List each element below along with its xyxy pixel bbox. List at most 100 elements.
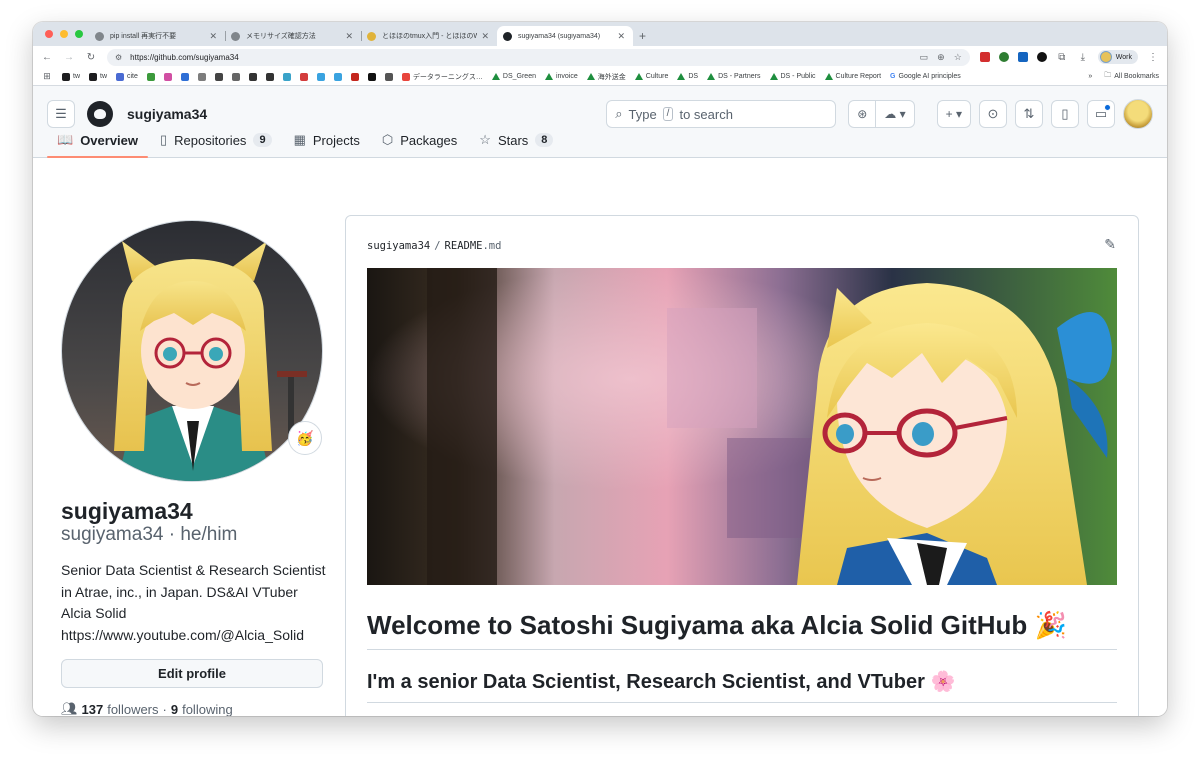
- readme-owner[interactable]: sugiyama34: [367, 240, 430, 252]
- issues-icon[interactable]: ⊙: [979, 100, 1007, 128]
- bookmark-item[interactable]: invoice: [544, 73, 578, 80]
- profile-button[interactable]: Work: [1097, 50, 1138, 64]
- url-text[interactable]: https://github.com/sugiyama34: [130, 53, 239, 62]
- copilot-button[interactable]: ⊛ ☁ ▾: [848, 100, 915, 128]
- bookmark-item[interactable]: [214, 72, 223, 81]
- search-placeholder-suffix: to search: [679, 106, 733, 122]
- extension-icon[interactable]: [979, 52, 990, 62]
- bookmark-item[interactable]: G Google AI principles: [890, 73, 961, 80]
- forward-arrow-icon[interactable]: →: [63, 52, 75, 63]
- puzzle-icon[interactable]: ⧉: [1056, 52, 1068, 63]
- inbox-icon[interactable]: ▭: [1087, 100, 1115, 128]
- minimize-window-button[interactable]: [60, 30, 68, 38]
- back-arrow-icon[interactable]: ←: [41, 52, 53, 63]
- edit-pencil-icon[interactable]: ✎: [1104, 236, 1116, 253]
- following-count[interactable]: 9: [171, 702, 178, 717]
- status-emoji-button[interactable]: 🥳: [288, 421, 322, 455]
- following-link[interactable]: following: [182, 702, 233, 717]
- bookmark-label: tw: [100, 73, 107, 80]
- browser-tab-active[interactable]: sugiyama34 (sugiyama34) ✕: [497, 26, 633, 46]
- user-avatar[interactable]: [1123, 99, 1153, 129]
- followers-count[interactable]: 137: [82, 702, 104, 717]
- bookmark-favicon-icon: [333, 72, 342, 81]
- bookmark-item[interactable]: [282, 72, 291, 81]
- google-drive-icon: [824, 73, 833, 80]
- bookmark-item[interactable]: [299, 72, 308, 81]
- edit-profile-button[interactable]: Edit profile: [61, 659, 323, 688]
- tab-packages[interactable]: ⬡ Packages: [372, 123, 467, 157]
- cast-icon[interactable]: ▭: [920, 52, 929, 63]
- tab-projects[interactable]: ▦ Projects: [284, 123, 370, 157]
- bookmark-item[interactable]: cite: [116, 72, 138, 81]
- browser-tab[interactable]: とほほのtmux入門 - とほほのW… ✕: [361, 26, 497, 46]
- readme-ext: .md: [482, 240, 502, 252]
- bookmark-item[interactable]: [333, 72, 342, 81]
- bookmark-item[interactable]: [384, 72, 393, 81]
- bookmark-star-icon[interactable]: ☆: [954, 52, 962, 63]
- tab-title: sugiyama34 (sugiyama34): [518, 32, 601, 40]
- bookmark-item[interactable]: [231, 72, 240, 81]
- profile-avatar-large[interactable]: [61, 220, 323, 482]
- bookmark-item[interactable]: DS: [677, 73, 698, 80]
- repositories-icon[interactable]: ▯: [1051, 100, 1079, 128]
- download-icon[interactable]: ⤓: [1077, 52, 1089, 63]
- bookmark-item[interactable]: [163, 72, 172, 81]
- followers-link[interactable]: followers: [107, 702, 158, 717]
- reload-icon[interactable]: ↻: [85, 52, 97, 63]
- bookmark-item[interactable]: Culture Report: [824, 73, 881, 80]
- site-info-icon[interactable]: ⚙: [115, 53, 122, 62]
- tab-label: Packages: [400, 132, 458, 148]
- tab-title: メモリサイズ確認方法: [246, 33, 316, 40]
- bookmark-item[interactable]: Culture: [634, 73, 668, 80]
- kebab-menu-icon[interactable]: ⋮: [1147, 52, 1159, 63]
- extension-icon[interactable]: [1036, 52, 1047, 62]
- bookmark-item[interactable]: DS - Public: [769, 73, 816, 80]
- tab-repositories[interactable]: ▯ Repositories 9: [150, 123, 282, 157]
- new-tab-button[interactable]: +: [633, 26, 652, 46]
- extension-icon[interactable]: [998, 52, 1009, 62]
- browser-tab[interactable]: pip install 再実行不要 ✕: [89, 26, 225, 46]
- bookmark-item[interactable]: DS - Partners: [707, 73, 761, 80]
- bookmark-item[interactable]: [350, 72, 359, 81]
- bookmark-item[interactable]: DS_Green: [491, 73, 536, 80]
- chevron-double-right-icon[interactable]: »: [1088, 73, 1092, 80]
- context-username[interactable]: sugiyama34: [127, 106, 207, 122]
- zoom-icon[interactable]: ⊕: [937, 52, 945, 63]
- bookmark-item[interactable]: [265, 72, 274, 81]
- bookmark-item[interactable]: tw: [62, 72, 80, 81]
- bookmark-item[interactable]: 海外送金: [586, 72, 626, 82]
- bookmark-item[interactable]: [146, 72, 155, 81]
- search-input[interactable]: ⌕ Type / to search: [606, 100, 837, 128]
- pull-requests-icon[interactable]: ⇅: [1015, 100, 1043, 128]
- apps-grid-icon[interactable]: ⊞: [41, 71, 53, 82]
- close-tab-icon[interactable]: ✕: [345, 31, 353, 42]
- tab-title: pip install 再実行不要: [110, 33, 177, 40]
- close-window-button[interactable]: [45, 30, 53, 38]
- address-bar[interactable]: ⚙ https://github.com/sugiyama34 ▭ ⊕ ☆: [107, 48, 970, 66]
- copilot-icon[interactable]: ⊛: [849, 101, 875, 127]
- close-tab-icon[interactable]: ✕: [617, 31, 625, 42]
- extension-icon[interactable]: [1017, 52, 1028, 62]
- google-drive-icon: [491, 73, 500, 80]
- tab-overview[interactable]: 📖 Overview: [47, 123, 149, 158]
- bookmark-label: Google AI principles: [898, 73, 961, 80]
- tab-stars[interactable]: ☆ Stars 8: [469, 123, 563, 157]
- bookmark-item[interactable]: [180, 72, 189, 81]
- bookmark-item[interactable]: tw: [89, 72, 107, 81]
- all-bookmarks-folder[interactable]: 🗀 All Bookmarks: [1104, 71, 1159, 82]
- bookmark-item[interactable]: [367, 72, 376, 81]
- bookmark-item[interactable]: [248, 72, 257, 81]
- bookmark-item[interactable]: [197, 72, 206, 81]
- plus-icon[interactable]: + ▾: [938, 101, 970, 127]
- create-new-button[interactable]: + ▾: [936, 100, 971, 128]
- bookmark-item[interactable]: [316, 72, 325, 81]
- copilot-dropdown[interactable]: ☁ ▾: [875, 101, 913, 127]
- browser-tab[interactable]: メモリサイズ確認方法 ✕: [225, 26, 361, 46]
- search-icon: ⌕: [615, 106, 623, 121]
- zoom-window-button[interactable]: [75, 30, 83, 38]
- bookmark-item[interactable]: データラーニングス…: [401, 72, 483, 82]
- google-drive-icon: [544, 73, 553, 80]
- search-shortcut-key: /: [662, 107, 674, 121]
- close-tab-icon[interactable]: ✕: [481, 31, 489, 42]
- close-tab-icon[interactable]: ✕: [209, 31, 217, 42]
